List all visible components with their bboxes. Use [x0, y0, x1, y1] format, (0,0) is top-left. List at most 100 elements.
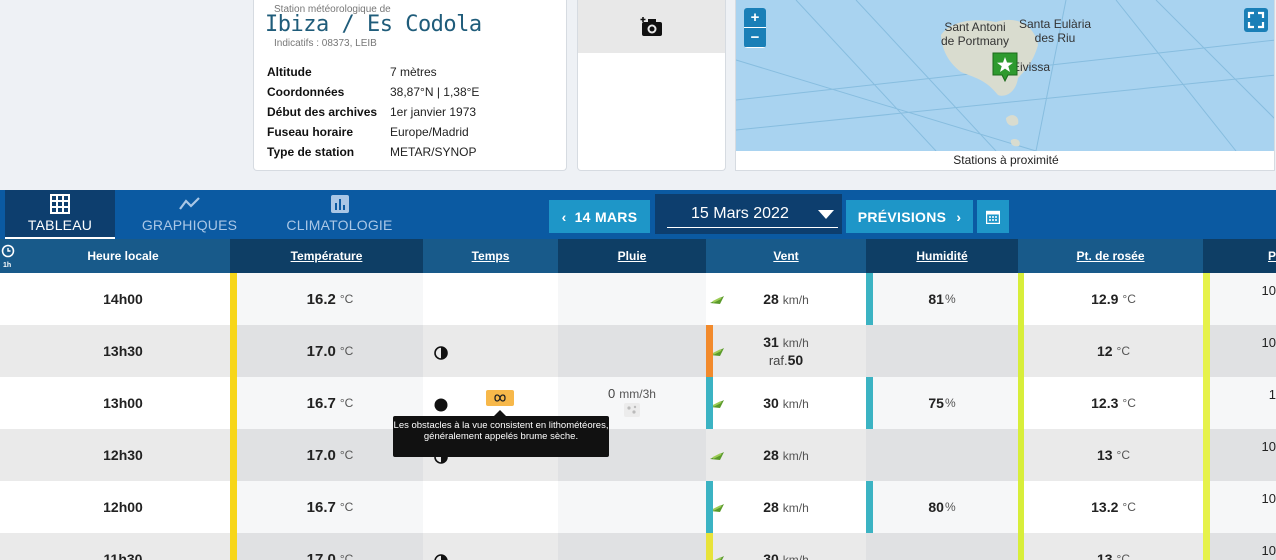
wind-scale-bar [706, 325, 713, 377]
date-select[interactable]: 15 Mars 2022 [655, 194, 842, 234]
wind-unit: km/h [782, 336, 809, 350]
field-archive-start: Début des archives 1er janvier 1973 [267, 102, 479, 122]
pressure-scale-bar [1203, 273, 1210, 325]
pressure-scale-bar [1203, 429, 1210, 481]
cell-dewpoint: 13 °C [1024, 533, 1203, 560]
forecast-button[interactable]: PRÉVISIONS › [846, 200, 973, 233]
field-coordinates: Coordonnées 38,87°N | 1,38°E [267, 82, 479, 102]
station-fields: Altitude 7 mètres Coordonnées 38,87°N | 1,… [267, 62, 479, 162]
header-dewpoint[interactable]: Pt. de rosée [1018, 239, 1203, 273]
header-temperature[interactable]: Température [230, 239, 423, 273]
temp-scale-bar [230, 325, 237, 377]
dew-value: 13 [1096, 447, 1113, 463]
pressure-scale-bar [1203, 481, 1210, 533]
cell-humidity: 81% [866, 273, 1018, 325]
cell-time: 14h00 [103, 291, 143, 307]
temp-unit: °C [339, 552, 354, 560]
humidity-value: 80 [928, 499, 944, 515]
humidity-scale-bar [866, 273, 873, 325]
map-label-sant-antoni: Sant Antoni de Portmany [941, 20, 1009, 48]
header-label: Humidité [916, 249, 968, 263]
map-caption[interactable]: Stations à proximité [736, 151, 1274, 170]
wind-scale-bar [706, 481, 713, 533]
humidity-scale-bar [866, 377, 873, 429]
header-label: Temps [471, 249, 510, 263]
current-date: 15 Mars 2022 [691, 205, 789, 222]
cell-weather [423, 325, 558, 377]
wind-unit: km/h [782, 293, 809, 307]
header-wind[interactable]: Vent [706, 239, 866, 273]
add-photo-button[interactable] [578, 0, 725, 53]
chart-line-icon [178, 197, 200, 210]
zoom-out-button[interactable]: − [744, 28, 766, 48]
add-photo-icon [640, 16, 662, 36]
wind-unit: km/h [782, 397, 809, 411]
dew-value: 12 [1096, 343, 1113, 359]
fullscreen-button[interactable] [1244, 8, 1268, 32]
overcast-icon [434, 398, 448, 412]
dew-value: 13.2 [1091, 499, 1119, 515]
wind-speed: 30 [763, 395, 779, 411]
cell-wind: 30 km/h [706, 377, 866, 429]
temp-unit: °C [339, 500, 354, 514]
cell-pressure: 1 [1210, 377, 1276, 429]
photo-card[interactable] [577, 0, 726, 171]
header-rain[interactable]: Pluie [558, 239, 706, 273]
haze-icon[interactable] [486, 390, 514, 406]
cell-wind: 28 km/h [706, 273, 866, 325]
humidity-value: 81 [928, 291, 944, 307]
cell-dewpoint: 12.3 °C [1024, 377, 1203, 429]
temp-value: 17.0 [306, 446, 336, 464]
label-text: Sant Antoni de Portmany [941, 20, 1010, 48]
cell-humidity: 75% [866, 377, 1018, 429]
cell-pressure: 10 [1210, 325, 1276, 377]
header-humidity[interactable]: Humidité [866, 239, 1018, 273]
cell-dewpoint: 12 °C [1024, 325, 1203, 377]
map-canvas[interactable]: Sant Antoni de Portmany Santa Eulària de… [736, 0, 1274, 151]
dew-unit: °C [1122, 396, 1136, 410]
table-row: 14h00 16.2 °C 28 km/h 81% 12.9 °C 10 [0, 273, 1276, 325]
prev-day-button[interactable]: ‹ 14 MARS [549, 200, 650, 233]
pressure-value: 10 [1261, 283, 1276, 298]
table-row: 11h30 17.0 °C 30 km/h 13 °C 10 [0, 533, 1276, 560]
cell-temperature: 16.7 °C [237, 481, 423, 533]
nearby-map[interactable]: Sant Antoni de Portmany Santa Eulària de… [735, 0, 1275, 171]
zoom-in-button[interactable]: + [744, 8, 766, 28]
cell-rain [558, 273, 706, 325]
field-value: Europe/Madrid [390, 125, 469, 139]
field-altitude: Altitude 7 mètres [267, 62, 479, 82]
forecast-label: PRÉVISIONS [857, 208, 947, 225]
tab-tableau[interactable]: TABLEAU [5, 190, 115, 239]
header-label: Pluie [617, 249, 647, 263]
temp-value: 16.7 [306, 498, 336, 516]
rain-amount: 0 mm/3h [608, 386, 656, 401]
header-time: Heure locale [87, 249, 159, 263]
dew-unit: °C [1122, 292, 1136, 306]
tab-climatologie[interactable]: CLIMATOLOGIE [281, 190, 398, 239]
cell-humidity [866, 325, 1018, 377]
pressure-value: 1 [1268, 387, 1276, 402]
calendar-button[interactable] [977, 200, 1009, 233]
station-info-card: Station météorologique de Ibiza / Es Cod… [253, 0, 567, 171]
field-key: Type de station [267, 145, 355, 159]
clock-column[interactable]: 1h [0, 239, 16, 273]
temp-value: 16.2 [306, 290, 336, 308]
field-key: Fuseau horaire [267, 125, 354, 139]
view-navbar: TABLEAU GRAPHIQUES CLIMATOLOGIE ‹ 14 MAR… [0, 190, 1276, 239]
pressure-value: 10 [1261, 543, 1276, 558]
temp-unit: °C [339, 396, 354, 410]
station-pin-icon[interactable] [992, 52, 1018, 82]
header-pressure[interactable]: P [1203, 239, 1276, 273]
label-text: Santa Eulària des Riu [1019, 17, 1092, 45]
dew-unit: °C [1122, 500, 1136, 514]
wind-unit: km/h [782, 501, 809, 515]
tab-label: GRAPHIQUES [141, 217, 238, 233]
grid-icon [50, 194, 70, 214]
header-weather[interactable]: Temps [423, 239, 558, 273]
cell-time: 11h30 [103, 551, 143, 560]
weather-tooltip: Les obstacles à la vue consistent en lit… [393, 410, 609, 457]
tab-graphiques[interactable]: GRAPHIQUES [128, 190, 251, 239]
cell-weather [423, 273, 558, 325]
header-label: Vent [773, 249, 799, 263]
cell-dewpoint: 13 °C [1024, 429, 1203, 481]
